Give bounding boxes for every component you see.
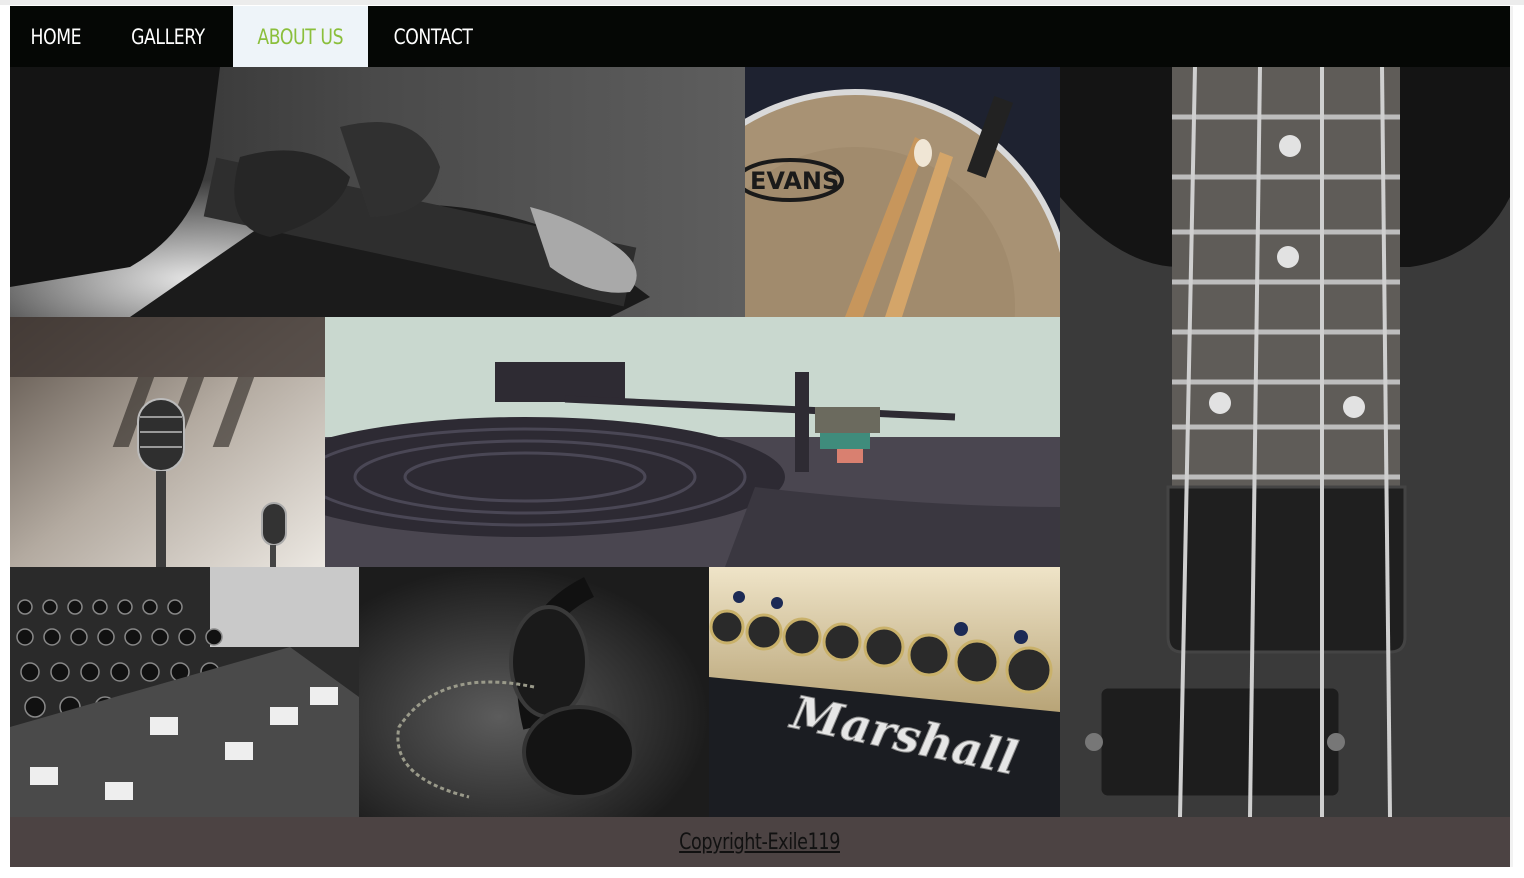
copyright-link[interactable]: Copyright-Exile119 (680, 830, 841, 855)
scrollbar-track[interactable] (1510, 6, 1513, 867)
drum-photo: EVANS (745, 67, 1060, 317)
nav-home[interactable]: HOME (10, 6, 102, 67)
nav-about-us-label[interactable]: ABOUT US (258, 6, 344, 67)
drum-brand-text: EVANS (750, 167, 839, 195)
microphone-photo (10, 317, 325, 567)
guitar-photo (10, 67, 745, 317)
turntable-photo (325, 317, 1060, 567)
nav-gallery[interactable]: GALLERY (102, 6, 233, 67)
nav-contact-label[interactable]: CONTACT (394, 6, 473, 67)
main-nav: HOME GALLERY ABOUT US CONTACT (10, 6, 1510, 67)
nav-contact[interactable]: CONTACT (368, 6, 498, 67)
nav-gallery-label[interactable]: GALLERY (131, 6, 205, 67)
mixer-photo (10, 567, 359, 817)
amplifier-photo: Marshall (709, 567, 1060, 817)
top-border (0, 0, 1524, 5)
headphones-photo (359, 567, 709, 817)
nav-about-us[interactable]: ABOUT US (233, 6, 368, 67)
footer: Copyright-Exile119 (10, 817, 1510, 867)
nav-home-label[interactable]: HOME (31, 6, 82, 67)
bass-guitar-photo (1060, 67, 1510, 817)
